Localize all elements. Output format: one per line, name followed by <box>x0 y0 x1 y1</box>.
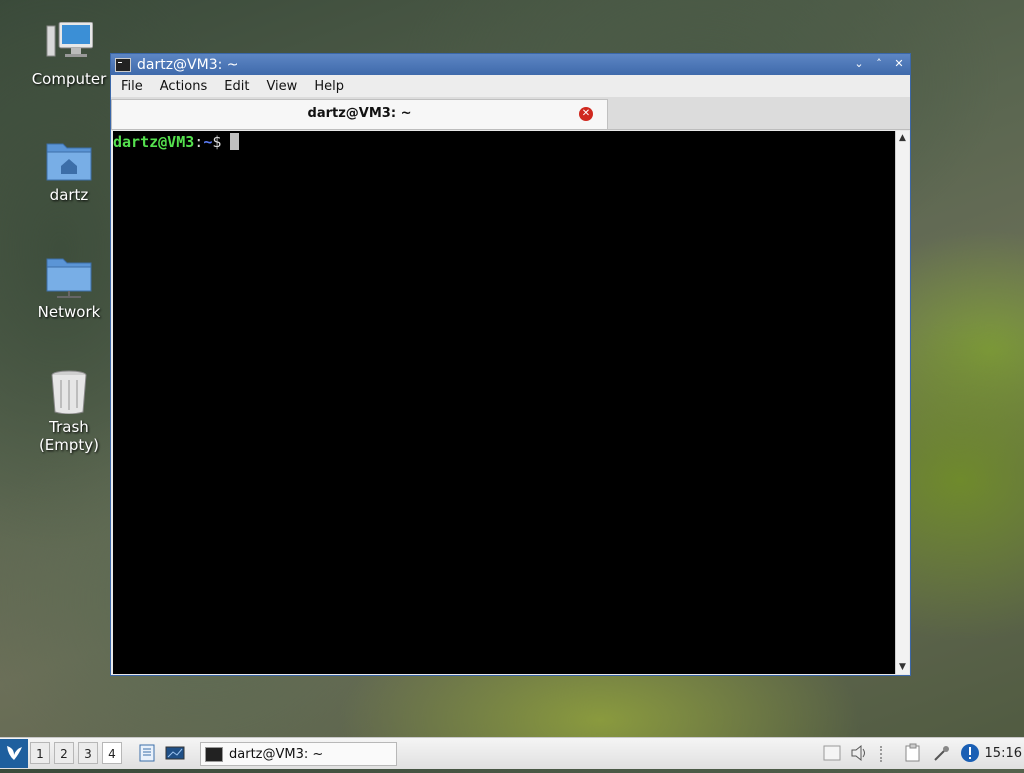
workspace-2[interactable]: 2 <box>54 742 74 764</box>
menu-edit[interactable]: Edit <box>214 79 256 94</box>
prompt-path: ~ <box>203 133 213 151</box>
desktop-icon-network[interactable]: Network <box>14 255 124 321</box>
tab-bar: dartz@VM3: ~ ✕ <box>111 97 910 130</box>
scroll-up-icon[interactable]: ▲ <box>896 131 909 145</box>
show-desktop-icon[interactable] <box>165 743 185 763</box>
text-cursor <box>230 133 240 150</box>
terminal-icon <box>205 746 223 762</box>
home-folder-icon <box>45 138 93 182</box>
desktop-icon-label: Network <box>37 303 101 321</box>
menu-help[interactable]: Help <box>304 79 351 94</box>
menu-actions[interactable]: Actions <box>150 79 215 94</box>
update-alert-icon[interactable] <box>960 743 980 763</box>
vertical-scrollbar[interactable]: ▲ ▼ <box>895 131 909 674</box>
terminal-icon <box>115 57 131 72</box>
start-menu-button[interactable] <box>0 739 28 768</box>
close-tab-icon[interactable]: ✕ <box>579 107 593 121</box>
desktop-icon-computer[interactable]: Computer <box>14 21 124 88</box>
prompt-symbol: $ <box>212 133 222 151</box>
window-titlebar[interactable]: dartz@VM3: ~ ⌄ ˄ ✕ <box>111 54 910 75</box>
computer-icon <box>45 21 94 66</box>
scroll-down-icon[interactable]: ▼ <box>896 660 909 674</box>
desktop-icon-home[interactable]: dartz <box>14 138 124 204</box>
terminal-window[interactable]: dartz@VM3: ~ ⌄ ˄ ✕ File Actions Edit Vie… <box>110 53 911 676</box>
tray-separator <box>880 746 884 762</box>
shell-prompt: dartz@VM3:~$ <box>113 133 240 151</box>
desktop-icon-label: Trash <box>49 418 89 436</box>
tab-label: dartz@VM3: ~ <box>307 106 412 121</box>
desktop-icon-label: Computer <box>31 70 107 88</box>
network-folder-icon <box>45 255 93 299</box>
terminal-output[interactable]: dartz@VM3:~$ <box>113 131 895 674</box>
trash-icon <box>45 370 93 415</box>
workspace-1[interactable]: 1 <box>30 742 50 764</box>
task-label: dartz@VM3: ~ <box>229 746 324 762</box>
network-settings-icon[interactable] <box>932 743 952 763</box>
taskbar: 1 2 3 4 dartz@VM3: ~ 15:16 <box>0 737 1024 769</box>
notification-icon[interactable] <box>822 743 842 763</box>
window-title: dartz@VM3: ~ <box>137 56 239 73</box>
minimize-button[interactable]: ⌄ <box>852 56 866 72</box>
tab-terminal[interactable]: dartz@VM3: ~ ✕ <box>111 99 608 129</box>
desktop-icon-label: dartz <box>49 186 89 204</box>
clipboard-icon[interactable] <box>903 743 923 763</box>
menu-bar: File Actions Edit View Help <box>111 75 910 97</box>
menu-file[interactable]: File <box>111 79 150 94</box>
file-manager-icon[interactable] <box>137 743 157 763</box>
workspace-3[interactable]: 3 <box>78 742 98 764</box>
prompt-user-host: dartz@VM3 <box>113 133 195 151</box>
app-menu-icon <box>7 746 22 760</box>
volume-icon[interactable] <box>849 743 869 763</box>
maximize-button[interactable]: ˄ <box>872 56 886 72</box>
desktop-icon-trash[interactable]: Trash (Empty) <box>14 370 124 454</box>
clock[interactable]: 15:16 <box>985 746 1022 761</box>
workspace-4[interactable]: 4 <box>102 742 122 764</box>
close-button[interactable]: ✕ <box>892 56 906 72</box>
taskbar-task-terminal[interactable]: dartz@VM3: ~ <box>200 742 397 766</box>
prompt-separator: : <box>194 133 204 151</box>
desktop-icon-label-secondary: (Empty) <box>38 436 100 454</box>
menu-view[interactable]: View <box>256 79 304 94</box>
